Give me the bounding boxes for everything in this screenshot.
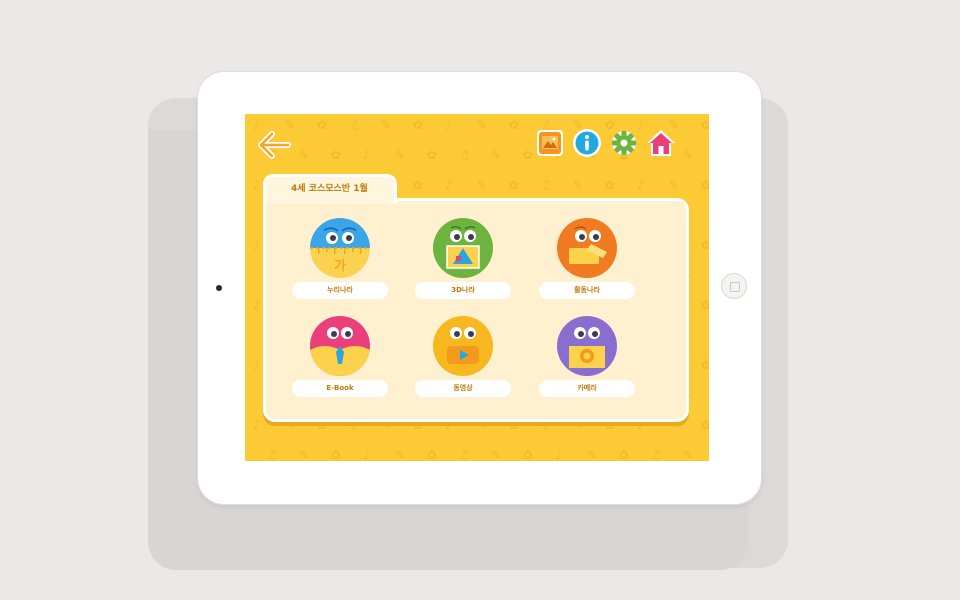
pattern-glyph: ✎ xyxy=(284,118,295,132)
pattern-glyph: ✎ xyxy=(298,448,309,461)
video-face-icon xyxy=(433,316,493,376)
home-hardware-button[interactable] xyxy=(721,273,747,299)
class-folder-panel: 4세 코스모스반 1월 가 누리나라 3D나라 활동나라 E-Book 동영상 … xyxy=(263,174,689,422)
pattern-glyph: ♪ xyxy=(252,418,261,432)
pattern-glyph: ✿ xyxy=(700,358,709,372)
pattern-glyph: ✿ xyxy=(522,148,533,162)
gallery-icon xyxy=(537,130,563,156)
pattern-glyph: ✿ xyxy=(522,448,533,461)
menu-item-label: E-Book xyxy=(292,380,388,397)
app-screen: ♪✎✿♫✎✿♪✎✿♫✎✿♪✎✿♫✎✿♪✎✿♫✎✿♪✎✿♫✎✿♪✎✿♫✎✿♪✎✿♫… xyxy=(245,114,709,461)
pattern-glyph: ♪ xyxy=(362,148,371,162)
menu-item-ebook[interactable]: E-Book xyxy=(292,316,388,406)
menu-item-label: 3D나라 xyxy=(415,282,511,299)
pattern-glyph: ♫ xyxy=(458,148,470,162)
gear-icon xyxy=(612,131,636,155)
pattern-glyph: ♪ xyxy=(444,118,453,132)
pattern-glyph: ✎ xyxy=(682,148,693,162)
pattern-glyph: ♪ xyxy=(252,238,261,252)
pattern-glyph: ♫ xyxy=(266,448,278,461)
pattern-glyph: ✿ xyxy=(508,118,519,132)
pattern-glyph: ♪ xyxy=(252,118,261,132)
pattern-glyph: ♪ xyxy=(252,358,261,372)
pattern-glyph: ♫ xyxy=(650,448,662,461)
menu-item-label: 활동나라 xyxy=(539,282,635,299)
pattern-glyph: ✿ xyxy=(426,148,437,162)
settings-button[interactable] xyxy=(609,128,639,158)
tablet-frame: ♪✎✿♫✎✿♪✎✿♫✎✿♪✎✿♫✎✿♪✎✿♫✎✿♪✎✿♫✎✿♪✎✿♫✎✿♪✎✿♫… xyxy=(198,72,761,504)
pattern-glyph: ✎ xyxy=(380,118,391,132)
pattern-glyph: ✎ xyxy=(394,448,405,461)
menu-item-nuri[interactable]: 가 누리나라 xyxy=(292,218,388,308)
nuri-face-icon: 가 xyxy=(310,218,370,278)
menu-item-label: 카메라 xyxy=(539,380,635,397)
pattern-glyph: ♫ xyxy=(348,118,360,132)
home-icon xyxy=(647,130,675,156)
pattern-glyph: ♪ xyxy=(252,178,261,192)
back-arrow-icon xyxy=(258,131,291,159)
menu-item-label: 누리나라 xyxy=(292,282,388,299)
svg-text:가: 가 xyxy=(334,259,346,274)
pattern-glyph: ♪ xyxy=(554,448,563,461)
pattern-glyph: ✿ xyxy=(700,118,709,132)
camera-lens xyxy=(216,285,222,291)
pattern-glyph: ✎ xyxy=(298,148,309,162)
back-button[interactable] xyxy=(258,131,292,159)
pattern-glyph: ♫ xyxy=(458,448,470,461)
menu-item-camera[interactable]: 카메라 xyxy=(539,316,635,406)
pattern-glyph: ✿ xyxy=(330,448,341,461)
folder-title: 4세 코스모스반 1월 xyxy=(291,184,368,194)
menu-item-activity[interactable]: 활동나라 xyxy=(539,218,635,308)
pattern-glyph: ✎ xyxy=(394,148,405,162)
pattern-glyph: ✿ xyxy=(412,118,423,132)
3d-face-icon xyxy=(433,218,493,278)
pattern-glyph: ✎ xyxy=(490,448,501,461)
pattern-glyph: ✿ xyxy=(618,448,629,461)
pattern-glyph: ✿ xyxy=(700,418,709,432)
pattern-glyph: ♪ xyxy=(252,298,261,312)
info-icon xyxy=(573,129,601,157)
info-button[interactable] xyxy=(572,128,602,158)
menu-item-3d[interactable]: 3D나라 xyxy=(415,218,511,308)
activity-face-icon xyxy=(557,218,617,278)
gallery-button[interactable] xyxy=(535,128,565,158)
pattern-glyph: ✿ xyxy=(426,448,437,461)
pattern-glyph: ✎ xyxy=(490,148,501,162)
pattern-glyph: ♪ xyxy=(362,448,371,461)
pattern-glyph: ✎ xyxy=(586,448,597,461)
pattern-glyph: ✿ xyxy=(700,238,709,252)
pattern-glyph: ✿ xyxy=(316,118,327,132)
pattern-glyph: ✎ xyxy=(682,448,693,461)
pattern-glyph: ✿ xyxy=(330,148,341,162)
pattern-glyph: ✿ xyxy=(700,178,709,192)
ebook-face-icon xyxy=(310,316,370,376)
menu-item-label: 동영상 xyxy=(415,380,511,397)
pattern-glyph: ✎ xyxy=(476,118,487,132)
camera-face-icon xyxy=(557,316,617,376)
pattern-glyph: ✿ xyxy=(700,298,709,312)
home-button[interactable] xyxy=(646,128,676,158)
menu-item-video[interactable]: 동영상 xyxy=(415,316,511,406)
